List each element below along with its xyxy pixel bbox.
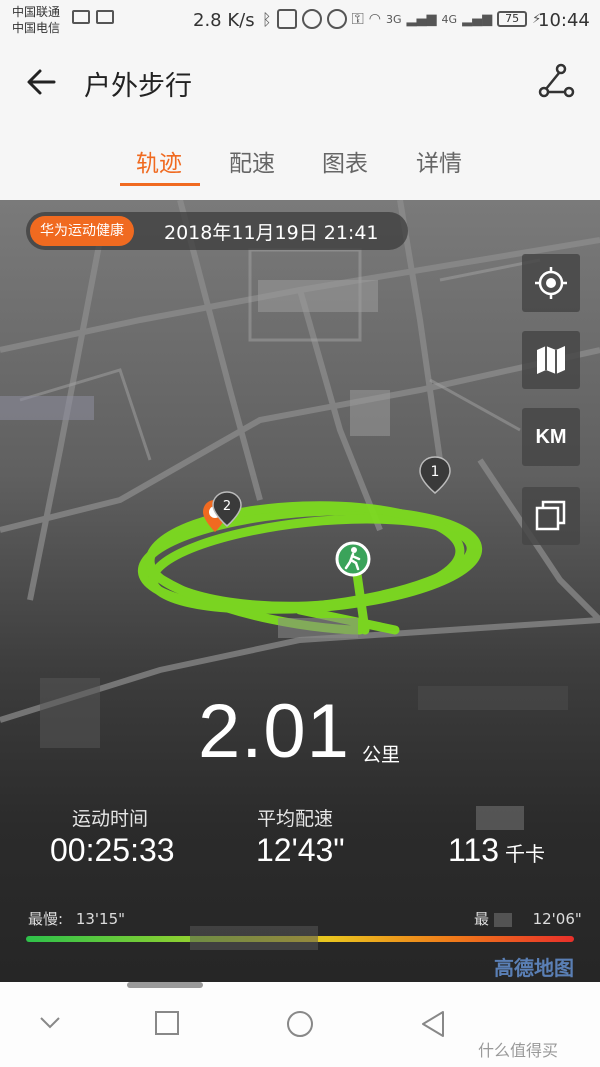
signal-bars-icon: ▂▄▆ (462, 11, 493, 27)
active-tab-indicator (120, 183, 200, 186)
workout-datetime: 2018年11月19日 21:41 (164, 222, 379, 244)
blurred-area (258, 280, 378, 312)
key-icon: ⚿ (351, 9, 364, 28)
signal-3g: 3G (386, 12, 402, 26)
mail-icon (96, 10, 114, 24)
watermark: 什么值得买 (478, 1041, 559, 1060)
walker-icon[interactable] (334, 540, 372, 578)
tab-details[interactable]: 详情 (416, 144, 462, 178)
back-triangle-icon[interactable] (420, 1010, 446, 1038)
battery-indicator: 75 (497, 11, 528, 27)
blurred-area (278, 618, 358, 638)
tab-pace[interactable]: 配速 (229, 144, 275, 178)
blurred-area (40, 678, 100, 748)
carrier-labels: 中国联通 中国电信 (12, 4, 60, 36)
scroll-handle (127, 982, 203, 988)
wifi-icon: ◠ (368, 11, 382, 27)
tab-chart[interactable]: 图表 (322, 144, 368, 178)
locate-button[interactable] (522, 254, 580, 312)
layers-button[interactable] (522, 487, 580, 545)
alarm-icon (301, 9, 322, 29)
signal-4g: 4G (441, 12, 458, 26)
blurred-area (418, 686, 568, 710)
nfc-icon (276, 9, 297, 29)
map-fold-icon (537, 346, 565, 374)
activity-icon (72, 10, 90, 24)
status-icons: ᛒ ⚿ ◠ 3G ▂▄▆ 4G ▂▄▆ 75 ⚡ (262, 9, 541, 29)
calories-label-blurred (476, 806, 524, 830)
km-marker-2[interactable]: 2 (211, 490, 243, 528)
notification-icons (72, 10, 114, 24)
fastest-pace: 最 12'06" (474, 908, 582, 929)
signal-bars-icon: ▂▄▆ (406, 11, 437, 27)
chevron-down-icon[interactable] (38, 1010, 62, 1034)
map-type-button[interactable] (522, 331, 580, 389)
carrier-1: 中国联通 (12, 5, 61, 19)
locate-crosshair-icon (535, 267, 567, 299)
eye-icon (326, 9, 347, 29)
unit-km-button[interactable]: KM (522, 408, 580, 466)
tab-track[interactable]: 轨迹 (136, 144, 182, 178)
app-header: 户外步行 (0, 42, 600, 128)
distance-value: 2.01 (198, 689, 350, 774)
distance-unit: 公里 (362, 744, 401, 766)
layers-icon (535, 500, 566, 531)
track-map[interactable]: 华为运动健康 2018年11月19日 21:41 KM 1 2 2.01 公里 … (0, 200, 600, 982)
map-provider-logo: 高德地图 (494, 956, 574, 980)
carrier-2: 中国电信 (12, 21, 61, 35)
date-pill: 华为运动健康 2018年11月19日 21:41 (26, 212, 408, 250)
brand-badge: 华为运动健康 (30, 216, 134, 246)
arrow-left-icon (27, 69, 56, 95)
fastest-value: 12'06" (532, 910, 582, 928)
blurred-area (0, 396, 94, 420)
page-title: 户外步行 (84, 71, 192, 102)
slowest-pace: 最慢: 13'15" (28, 908, 125, 929)
blurred-area (190, 926, 318, 950)
km-label: KM (535, 425, 567, 448)
status-bar: 中国联通 中国电信 2.8 K/s ᛒ ⚿ ◠ 3G ▂▄▆ 4G ▂▄▆ 75… (0, 0, 600, 42)
calories-value: 113 (448, 832, 500, 868)
km-marker-2-label: 2 (223, 499, 231, 514)
net-speed: 2.8 K/s (193, 10, 255, 31)
duration-value: 00:25:33 (50, 832, 175, 868)
bluetooth-icon: ᛒ (262, 9, 272, 29)
home-circle-icon[interactable] (286, 1010, 314, 1038)
km-marker-1[interactable]: 1 (418, 455, 452, 495)
fastest-label-blurred (493, 912, 512, 927)
slowest-value: 13'15" (75, 910, 126, 928)
back-button[interactable] (22, 62, 62, 102)
blurred-area (350, 390, 390, 436)
km-marker-1-label: 1 (431, 464, 440, 480)
fastest-label: 最 (474, 910, 490, 928)
calories-unit: 千卡 (505, 844, 546, 866)
calories-stat: 113 千卡 (448, 832, 545, 869)
share-button[interactable] (535, 60, 577, 102)
recents-square-icon[interactable] (154, 1010, 180, 1036)
duration-label: 运动时间 (72, 808, 149, 830)
tab-bar: 轨迹 配速 图表 详情 (0, 128, 600, 200)
clock: 10:44 (538, 10, 590, 31)
avg-pace-value: 12'43" (256, 832, 345, 868)
slowest-label: 最慢: (28, 910, 64, 928)
avg-pace-label: 平均配速 (257, 808, 334, 830)
share-nodes-icon (538, 63, 575, 98)
